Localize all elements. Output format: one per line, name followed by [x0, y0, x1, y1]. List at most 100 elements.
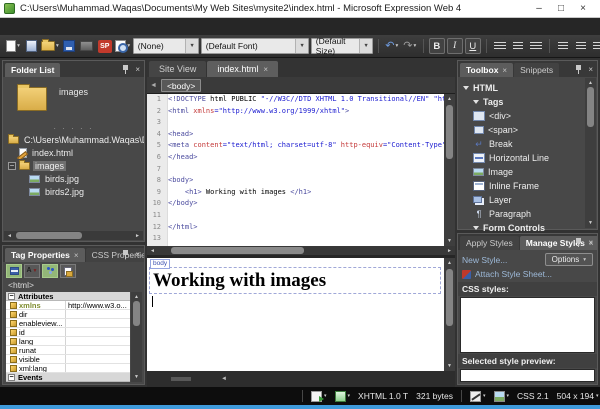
show-set-on-top-button[interactable]: [60, 264, 76, 278]
scroll-thumb[interactable]: [587, 87, 594, 127]
property-row[interactable]: lang: [6, 337, 130, 346]
tag-properties-vscrollbar[interactable]: ▲ ▼: [131, 292, 142, 382]
expander-icon[interactable]: −: [8, 161, 16, 170]
redo-button[interactable]: ↷ ▾: [402, 37, 418, 55]
categorized-view-button[interactable]: [6, 264, 22, 278]
code-hscrollbar[interactable]: ◄ ►: [147, 246, 455, 255]
underline-button[interactable]: U: [464, 38, 481, 54]
code-line[interactable]: 10 </body>: [147, 198, 455, 210]
show-set-properties-button[interactable]: [42, 264, 58, 278]
scroll-down-icon[interactable]: ▼: [134, 373, 139, 381]
property-row[interactable]: enableview...: [6, 319, 130, 328]
menu-item[interactable]: [143, 25, 157, 29]
property-section[interactable]: − Events: [6, 373, 130, 382]
open-site-button[interactable]: [23, 37, 39, 55]
menu-item[interactable]: [45, 25, 59, 29]
alphabetical-sort-button[interactable]: A ▼: [24, 264, 40, 278]
close-icon[interactable]: ×: [135, 65, 140, 74]
menu-item[interactable]: [115, 25, 129, 29]
folder-large-item[interactable]: images: [3, 77, 144, 123]
code-line[interactable]: 8 <body>: [147, 175, 455, 187]
close-icon[interactable]: ×: [588, 238, 593, 247]
tab-site-view[interactable]: Site View: [149, 61, 207, 77]
maximize-button[interactable]: □: [550, 1, 572, 17]
code-line[interactable]: 4 <head>: [147, 129, 455, 141]
menu-item[interactable]: [17, 25, 31, 29]
scroll-up-icon[interactable]: ▲: [447, 259, 452, 267]
scroll-thumb[interactable]: [446, 105, 453, 159]
toolbox-item[interactable]: Paragraph: [458, 207, 597, 221]
scroll-right-icon[interactable]: ►: [445, 248, 454, 254]
bullet-list-button[interactable]: [573, 37, 589, 55]
property-row[interactable]: xmlns http://www.w3.o...: [6, 301, 130, 310]
page-status-button[interactable]: ▾: [334, 390, 350, 402]
code-vscrollbar[interactable]: ▲ ▼: [444, 94, 455, 246]
align-left-button[interactable]: [492, 37, 508, 55]
splitter-grip[interactable]: [3, 123, 144, 133]
property-row[interactable]: visible: [6, 355, 130, 364]
body-tag-chip[interactable]: body: [150, 259, 171, 269]
close-icon[interactable]: ×: [263, 65, 268, 74]
folder-tree-item[interactable]: − birds.jpg: [3, 172, 144, 185]
code-line[interactable]: 7: [147, 164, 455, 176]
scroll-up-icon[interactable]: ▲: [134, 293, 139, 301]
menu-item[interactable]: [73, 25, 87, 29]
view-tab[interactable]: [171, 377, 191, 381]
toolbox-item[interactable]: Tags: [458, 95, 597, 109]
options-button[interactable]: Options ▾: [544, 253, 593, 266]
image-options-button[interactable]: ▾: [493, 390, 509, 402]
design-heading[interactable]: Working with images: [150, 270, 326, 292]
scroll-thumb[interactable]: [171, 247, 304, 254]
tab-tag-properties[interactable]: Tag Properties ×: [5, 248, 85, 262]
h1-block-outline[interactable]: Working with images: [149, 267, 441, 294]
superpreview-button[interactable]: SP: [97, 37, 113, 55]
menu-item[interactable]: [59, 25, 73, 29]
folder-tree-item[interactable]: − index.html: [3, 146, 144, 159]
bold-button[interactable]: B: [428, 38, 445, 54]
property-row[interactable]: dir: [6, 310, 130, 319]
toolbox-item[interactable]: <span>: [458, 123, 597, 137]
pin-icon[interactable]: [575, 65, 582, 74]
collapse-icon[interactable]: −: [8, 373, 15, 381]
folder-list-hscrollbar[interactable]: ◄ ►: [4, 231, 143, 240]
scroll-left-icon[interactable]: ◄: [221, 376, 227, 382]
tab-index-html[interactable]: index.html ×: [207, 61, 279, 77]
tab-toolbox[interactable]: Toolbox ×: [460, 63, 514, 77]
toolbox-item[interactable]: Break: [458, 137, 597, 151]
scroll-up-icon[interactable]: ▲: [447, 95, 452, 103]
design-vscrollbar[interactable]: ▲ ▼: [444, 258, 455, 371]
save-button[interactable]: [61, 37, 77, 55]
code-line[interactable]: 3: [147, 117, 455, 129]
tab-folder-list[interactable]: Folder List: [5, 63, 61, 77]
toolbox-vscrollbar[interactable]: ▲ ▼: [585, 78, 596, 228]
close-icon[interactable]: ×: [74, 251, 79, 260]
scroll-right-icon[interactable]: ►: [133, 233, 142, 239]
attach-style-sheet-link[interactable]: Attach Style Sheet...: [458, 267, 597, 282]
view-tab[interactable]: [192, 377, 212, 381]
undo-button[interactable]: ↶ ▾: [384, 37, 400, 55]
scroll-down-icon[interactable]: ▼: [447, 362, 452, 370]
scroll-left-icon[interactable]: ◄: [5, 233, 14, 239]
decrease-indent-button[interactable]: [591, 37, 600, 55]
chevron-left-icon[interactable]: ◄: [150, 82, 157, 89]
toolbox-item[interactable]: Inline Frame: [458, 179, 597, 193]
style-select[interactable]: (None) ▼: [132, 38, 199, 54]
code-line[interactable]: 11: [147, 210, 455, 222]
code-line[interactable]: 9 <h1> Working with images </h1>: [147, 187, 455, 199]
font-select[interactable]: (Default Font) ▼: [200, 38, 309, 54]
pin-icon[interactable]: [122, 65, 129, 74]
folder-tree-item[interactable]: − birds2.jpg: [3, 185, 144, 198]
css-styles-list[interactable]: [460, 297, 595, 353]
toolbox-item[interactable]: Layer: [458, 193, 597, 207]
menu-item[interactable]: [31, 25, 45, 29]
toolbox-item[interactable]: <div>: [458, 109, 597, 123]
view-tab[interactable]: [150, 377, 170, 381]
visual-aids-button[interactable]: ▾: [469, 390, 486, 402]
code-line[interactable]: 5 <meta content="text/html; charset=utf-8…: [147, 140, 455, 152]
close-icon[interactable]: ×: [502, 66, 507, 75]
code-line[interactable]: 2 <html xmlns="http://www.w3.org/1999/xht…: [147, 106, 455, 118]
scroll-left-icon[interactable]: ◄: [148, 248, 157, 254]
align-right-button[interactable]: [528, 37, 544, 55]
scroll-thumb[interactable]: [446, 269, 453, 326]
code-line[interactable]: 1 <!DOCTYPE html PUBLIC "-//W3C//DTD XHTM…: [147, 94, 455, 106]
